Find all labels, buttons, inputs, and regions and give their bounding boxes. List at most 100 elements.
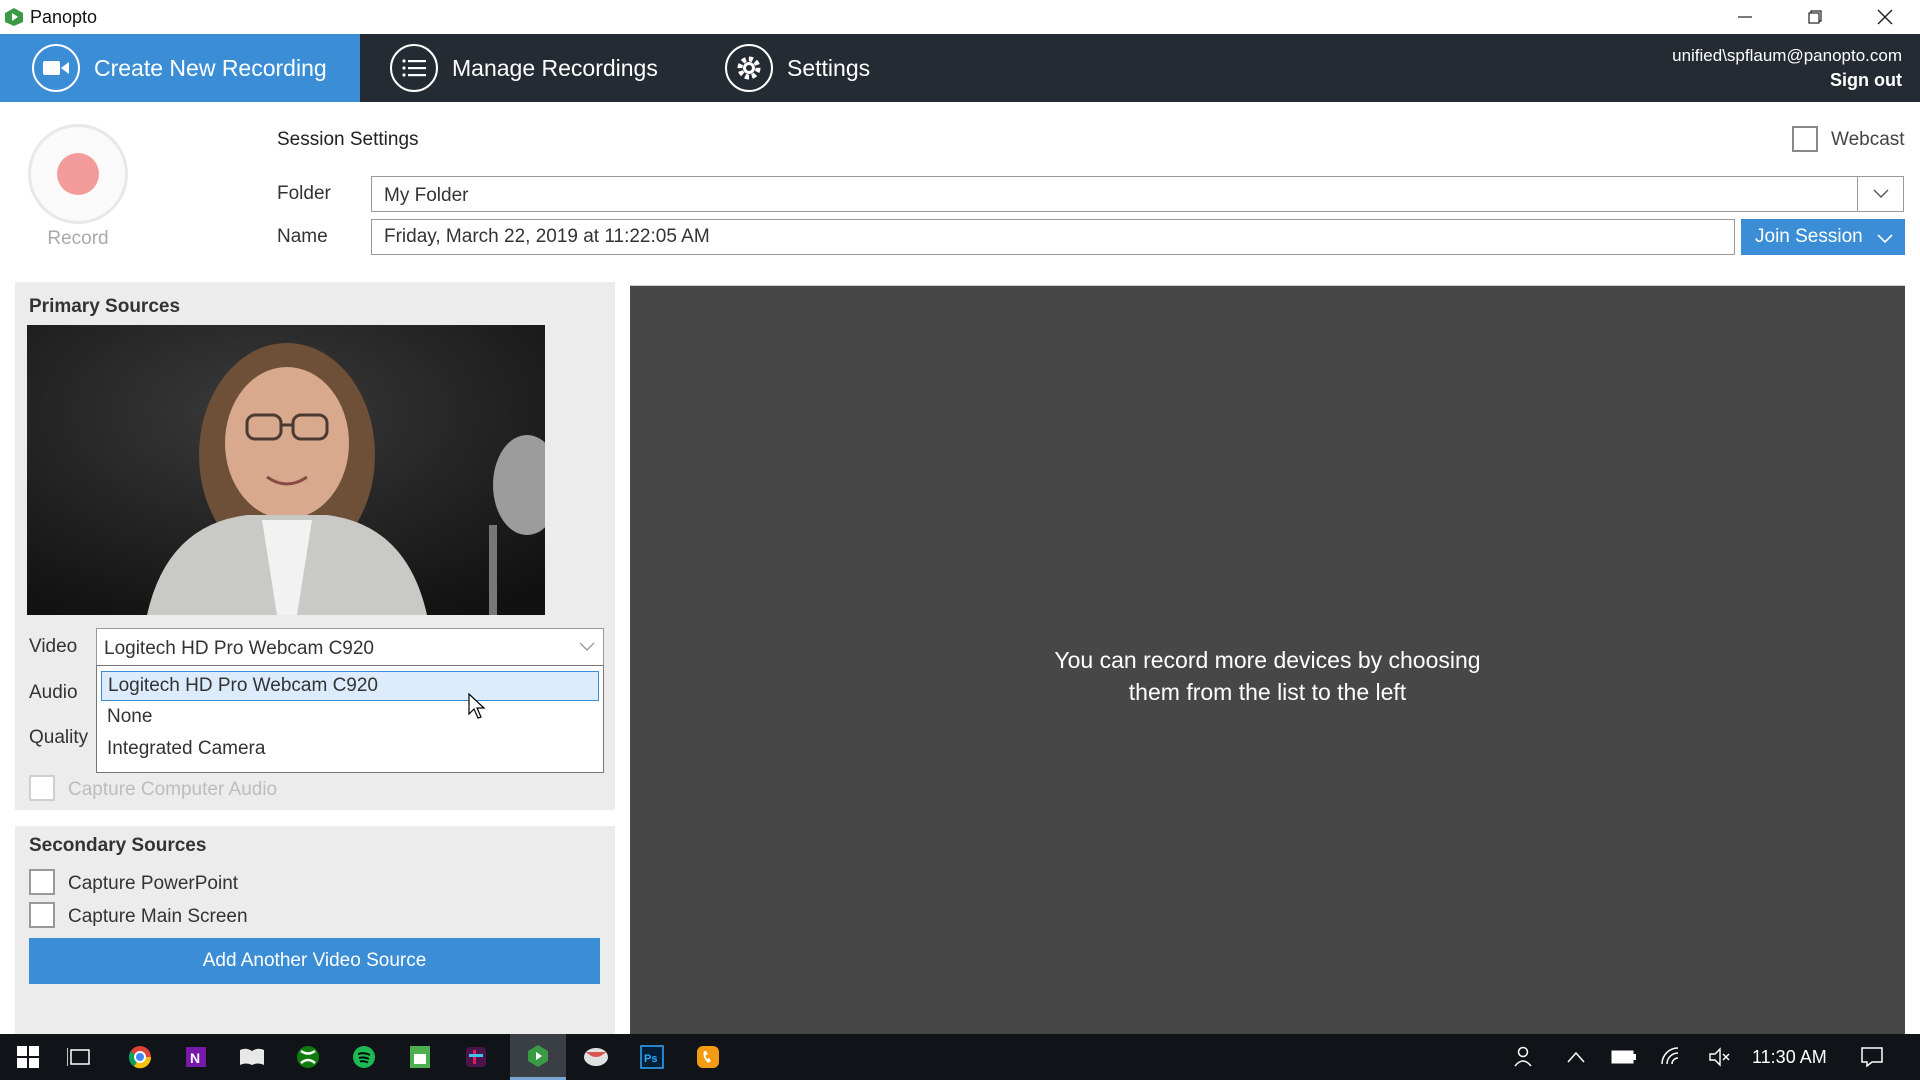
- taskbar-onenote[interactable]: N: [168, 1034, 224, 1080]
- camera-icon: [32, 44, 80, 92]
- capture-main-screen-checkbox[interactable]: [29, 902, 55, 928]
- tab-create-label: Create New Recording: [94, 54, 327, 81]
- chevron-down-icon[interactable]: [579, 639, 595, 657]
- video-source-select[interactable]: Logitech HD Pro Webcam C920: [96, 628, 604, 666]
- name-label: Name: [277, 226, 328, 247]
- taskbar-sheets[interactable]: [392, 1034, 448, 1080]
- title-bar: Panopto: [0, 0, 1920, 34]
- chevron-down-icon: [1877, 228, 1893, 250]
- people-icon: [1514, 1046, 1532, 1067]
- folder-label: Folder: [277, 183, 331, 204]
- secondary-sources-panel: [15, 826, 615, 1034]
- record-dot-icon: [57, 153, 99, 195]
- notification-icon: [1861, 1047, 1883, 1068]
- slack-icon: [466, 1047, 486, 1067]
- windows-icon: [17, 1046, 39, 1068]
- recording-preview-area: You can record more devices by choosing …: [630, 285, 1905, 1035]
- session-name-input[interactable]: [371, 219, 1735, 255]
- restore-icon: [1808, 10, 1822, 24]
- tab-manage-recordings[interactable]: Manage Recordings: [390, 34, 658, 102]
- add-video-source-button[interactable]: Add Another Video Source: [29, 938, 600, 984]
- xbox-icon: [297, 1046, 319, 1068]
- minimize-button[interactable]: [1710, 0, 1780, 34]
- volume-indicator[interactable]: [1692, 1034, 1748, 1080]
- chevron-up-icon: [1567, 1051, 1585, 1063]
- taskbar-spotify[interactable]: [336, 1034, 392, 1080]
- main-nav: Create New Recording Manage Recordings S…: [0, 34, 1920, 102]
- capture-computer-audio-checkbox[interactable]: [29, 775, 55, 801]
- panopto-icon: [528, 1044, 548, 1067]
- primary-sources-title: Primary Sources: [29, 296, 181, 317]
- panopto-logo-icon: [5, 8, 23, 26]
- preview-message: You can record more devices by choosing …: [630, 644, 1905, 708]
- folder-select[interactable]: My Folder: [371, 176, 1904, 212]
- mail-bird-icon: [584, 1048, 608, 1066]
- gear-icon: [725, 44, 773, 92]
- webcast-checkbox[interactable]: [1792, 126, 1818, 152]
- windows-taskbar: N Ps 11:30 AM: [0, 1034, 1920, 1080]
- record-label: Record: [47, 228, 109, 249]
- start-button[interactable]: [0, 1034, 56, 1080]
- chevron-down-icon[interactable]: [1857, 177, 1903, 211]
- task-view-button[interactable]: [52, 1034, 108, 1080]
- taskbar-slack[interactable]: [448, 1034, 504, 1080]
- taskbar-chrome[interactable]: [112, 1034, 168, 1080]
- preview-message-line-2: them from the list to the left: [1128, 679, 1407, 705]
- sign-out-link[interactable]: Sign out: [1830, 70, 1902, 91]
- window-title: Panopto: [30, 7, 98, 27]
- user-account: unified\spflaum@panopto.com: [1672, 46, 1902, 65]
- quality-label: Quality: [29, 727, 89, 748]
- join-session-label: Join Session: [1755, 226, 1863, 247]
- spreadsheet-icon: [410, 1046, 430, 1068]
- phone-icon: [697, 1046, 719, 1068]
- tab-settings-label: Settings: [787, 54, 871, 81]
- folder-value: My Folder: [384, 185, 469, 206]
- people-button[interactable]: [1498, 1034, 1554, 1080]
- preview-message-line-1: You can record more devices by choosing: [1054, 647, 1481, 673]
- book-icon: [240, 1048, 264, 1065]
- restore-button[interactable]: [1780, 0, 1850, 34]
- dropdown-option-logitech[interactable]: Logitech HD Pro Webcam C920: [101, 671, 599, 701]
- svg-text:N: N: [190, 1050, 200, 1066]
- webcast-label: Webcast: [1831, 129, 1905, 150]
- wifi-icon: [1661, 1047, 1679, 1065]
- chrome-icon: [128, 1046, 152, 1069]
- taskbar-phone-app[interactable]: [680, 1034, 736, 1080]
- video-source-dropdown: Logitech HD Pro Webcam C920 None Integra…: [96, 665, 604, 773]
- volume-muted-icon: [1709, 1047, 1730, 1067]
- taskbar-clock[interactable]: 11:30 AM: [1752, 1047, 1827, 1068]
- close-button[interactable]: [1850, 0, 1920, 34]
- video-label: Video: [29, 636, 78, 657]
- task-view-icon: [67, 1048, 90, 1066]
- close-icon: [1877, 9, 1893, 25]
- onenote-icon: N: [186, 1047, 206, 1067]
- session-settings-title: Session Settings: [277, 129, 419, 150]
- add-video-source-label: Add Another Video Source: [202, 950, 427, 971]
- capture-powerpoint-label: Capture PowerPoint: [68, 873, 239, 894]
- taskbar-panopto[interactable]: [510, 1034, 566, 1080]
- mouse-cursor-icon: [468, 692, 486, 719]
- tab-settings[interactable]: Settings: [725, 34, 870, 102]
- capture-main-screen-label: Capture Main Screen: [68, 906, 248, 927]
- dropdown-option-none[interactable]: None: [101, 703, 599, 733]
- taskbar-xbox[interactable]: [280, 1034, 336, 1080]
- record-button[interactable]: [28, 124, 128, 224]
- taskbar-thunderbird[interactable]: [568, 1034, 624, 1080]
- svg-text:Ps: Ps: [644, 1053, 657, 1065]
- photoshop-icon: Ps: [640, 1045, 664, 1069]
- spotify-icon: [353, 1046, 375, 1068]
- taskbar-photoshop[interactable]: Ps: [624, 1034, 680, 1080]
- join-session-button[interactable]: Join Session: [1741, 219, 1905, 255]
- taskbar-reader[interactable]: [224, 1034, 280, 1080]
- secondary-sources-title: Secondary Sources: [29, 835, 207, 856]
- minimize-icon: [1738, 16, 1752, 18]
- webcam-preview: [27, 325, 545, 615]
- video-source-value: Logitech HD Pro Webcam C920: [104, 638, 374, 659]
- audio-label: Audio: [29, 682, 78, 703]
- capture-powerpoint-checkbox[interactable]: [29, 869, 55, 895]
- battery-icon: [1611, 1050, 1636, 1064]
- capture-computer-audio-label: Capture Computer Audio: [68, 779, 278, 800]
- dropdown-option-integrated-camera[interactable]: Integrated Camera: [101, 735, 599, 765]
- action-center-button[interactable]: [1844, 1034, 1900, 1080]
- tab-create-new-recording[interactable]: Create New Recording: [0, 34, 360, 102]
